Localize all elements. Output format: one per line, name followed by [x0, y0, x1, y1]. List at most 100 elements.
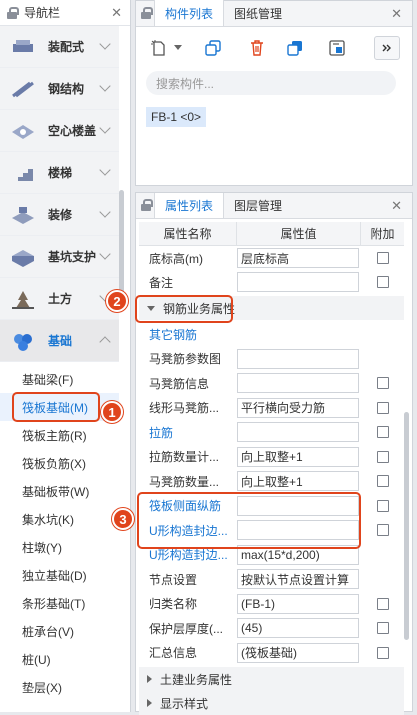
tab-property-list[interactable]: 属性列表 — [154, 193, 225, 218]
nav-category-label: 基础 — [48, 334, 73, 348]
close-icon[interactable]: ✕ — [391, 198, 402, 214]
property-row: 拉筋数量计... 向上取整+1 — [139, 445, 404, 469]
more-icon[interactable] — [374, 36, 400, 60]
extra-checkbox[interactable] — [377, 450, 389, 463]
highlight-raft-foundation — [12, 392, 100, 422]
collapse-right-icon[interactable] — [147, 675, 152, 683]
extra-checkbox[interactable] — [377, 377, 389, 389]
nav-item-4[interactable]: 基础板带(W) — [0, 477, 119, 505]
property-row: 线形马凳筋... 平行横向受力筋 — [139, 396, 404, 420]
delete-icon[interactable] — [244, 36, 270, 60]
component-item-fb1[interactable]: FB-1 <0> — [146, 107, 207, 127]
property-name: 拉筋数量计... — [149, 450, 220, 464]
tab-layer-management[interactable]: 图层管理 — [224, 193, 292, 218]
nav-category-5[interactable]: 基坑支护 — [0, 236, 119, 278]
copy-icon[interactable] — [200, 36, 226, 60]
chevron-down-icon[interactable] — [172, 36, 184, 60]
property-row: 底标高(m) 层底标高 — [139, 246, 404, 270]
extra-checkbox[interactable] — [377, 499, 389, 512]
extra-checkbox[interactable] — [377, 252, 389, 264]
property-table-header: 属性名称 属性值 附加 — [139, 222, 404, 246]
nav-item-6[interactable]: 柱墩(Y) — [0, 533, 119, 561]
property-name: 马凳筋数量... — [149, 474, 220, 489]
pin-icon[interactable] — [140, 198, 153, 212]
extra-checkbox[interactable] — [377, 597, 389, 610]
nav-category-7[interactable]: 基础 — [0, 320, 119, 362]
property-name: 汇总信息 — [149, 646, 198, 660]
property-scrollbar[interactable] — [404, 412, 409, 640]
property-value-field[interactable]: (筏板基础) — [237, 642, 359, 663]
nav-category-6[interactable]: 土方 — [0, 278, 119, 320]
nav-item-3[interactable]: 筏板负筋(X) — [0, 449, 119, 477]
extra-checkbox[interactable] — [377, 622, 389, 634]
property-value-field[interactable]: 向上取整+1 — [237, 446, 359, 467]
nav-item-10[interactable]: 桩(U) — [0, 645, 119, 673]
property-value-field[interactable]: (45) — [237, 618, 359, 638]
property-group[interactable]: 土建业务属性 — [139, 667, 404, 691]
extra-checkbox[interactable] — [377, 401, 389, 414]
property-value-field[interactable]: 层底标高 — [237, 248, 359, 268]
extra-checkbox[interactable] — [377, 524, 389, 536]
copy-to-floor-icon[interactable] — [282, 36, 308, 60]
foundation-icon — [14, 333, 32, 351]
nav-item-11[interactable]: 垫层(X) — [0, 673, 119, 701]
nav-category-3[interactable]: 楼梯 — [0, 152, 119, 194]
property-value-field[interactable]: (FB-1) — [237, 593, 359, 614]
property-value-field[interactable]: 向上取整+1 — [237, 471, 359, 491]
extra-checkbox[interactable] — [377, 276, 389, 288]
close-icon[interactable]: ✕ — [391, 6, 402, 22]
nav-category-1[interactable]: 钢结构 — [0, 68, 119, 110]
pin-icon[interactable] — [140, 6, 153, 20]
component-list-panel: 构件列表 图纸管理 ✕ 搜索构件... FB-1 <0> — [135, 0, 413, 186]
collapse-right-icon[interactable] — [147, 699, 152, 707]
property-value-field[interactable] — [237, 373, 359, 393]
chevron-down-icon — [99, 206, 111, 218]
new-component-icon[interactable] — [146, 36, 172, 60]
property-name[interactable]: 拉筋 — [139, 424, 231, 441]
property-value-field[interactable] — [237, 422, 359, 442]
property-value-field[interactable] — [237, 348, 359, 369]
property-row: 拉筋 — [139, 420, 404, 444]
property-value-field[interactable]: 按默认节点设置计算 — [237, 569, 359, 589]
pin-icon[interactable] — [6, 6, 19, 20]
property-value-field[interactable] — [237, 324, 359, 344]
hollow-floor-icon — [12, 124, 34, 139]
property-name: 保护层厚度(... — [149, 621, 223, 636]
nav-item-8[interactable]: 条形基础(T) — [0, 589, 119, 617]
stairs-icon — [13, 168, 33, 181]
property-name: 底标高(m) — [149, 251, 203, 266]
property-name[interactable]: 其它钢筋 — [139, 326, 231, 343]
steel-structure-icon — [12, 81, 34, 97]
nav-title-bar: 导航栏 ✕ — [0, 0, 130, 26]
property-value-field[interactable]: 平行横向受力筋 — [237, 397, 359, 418]
property-value-field[interactable] — [237, 272, 359, 292]
chevron-down-icon — [99, 38, 111, 50]
tab-drawing-management[interactable]: 图纸管理 — [224, 0, 292, 26]
layer-copy-icon[interactable] — [324, 36, 350, 60]
nav-category-2[interactable]: 空心楼盖 — [0, 110, 119, 152]
property-row: 备注 — [139, 270, 404, 294]
nav-item-5[interactable]: 集水坑(K) — [0, 505, 119, 533]
nav-category-label: 装修 — [48, 208, 73, 222]
nav-item-2[interactable]: 筏板主筋(R) — [0, 421, 119, 449]
property-name: 马凳筋参数图 — [149, 352, 222, 366]
nav-category-0[interactable]: 装配式 — [0, 26, 119, 68]
chevron-down-icon — [99, 248, 111, 260]
highlight-rebar-properties — [135, 295, 233, 323]
earthwork-icon — [12, 290, 34, 309]
close-icon[interactable]: ✕ — [111, 5, 122, 21]
extra-checkbox[interactable] — [377, 426, 389, 438]
nav-item-9[interactable]: 桩承台(V) — [0, 617, 119, 645]
nav-item-7[interactable]: 独立基础(D) — [0, 561, 119, 589]
group-label: 土建业务属性 — [160, 672, 233, 687]
property-name: 备注 — [149, 275, 174, 290]
extra-checkbox[interactable] — [377, 475, 389, 487]
nav-item-0[interactable]: 基础梁(F) — [0, 365, 119, 393]
extra-checkbox[interactable] — [377, 646, 389, 659]
search-input[interactable]: 搜索构件... — [146, 71, 396, 95]
navigation-panel: 导航栏 ✕ 装配式 钢结构 空心楼盖 楼梯 装修 基坑支护 土方 基础 基础梁(F) 筏板基础(… — [0, 0, 131, 712]
tab-component-list[interactable]: 构件列表 — [154, 0, 225, 26]
assembly-icon — [13, 39, 33, 52]
property-group[interactable]: 显示样式 — [139, 691, 404, 715]
nav-category-4[interactable]: 装修 — [0, 194, 119, 236]
